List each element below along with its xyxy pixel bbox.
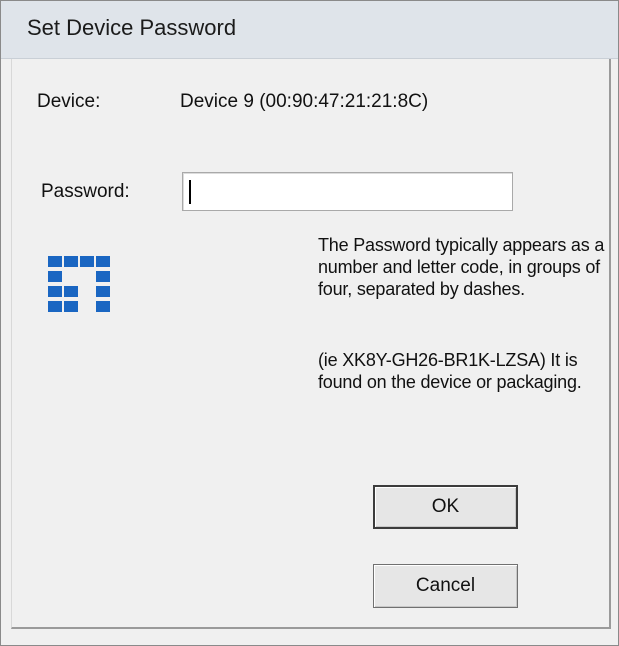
dialog-client-area: Device: Device 9 (00:90:47:21:21:8C) Pas… <box>11 59 611 629</box>
dialog-title: Set Device Password <box>27 15 237 40</box>
device-value: Device 9 (00:90:47:21:21:8C) <box>180 91 429 112</box>
set-device-password-dialog: Set Device Password Device: Device 9 (00… <box>0 0 619 646</box>
device-label: Device: <box>37 91 101 112</box>
cancel-button[interactable]: Cancel <box>373 564 518 608</box>
password-label: Password: <box>41 181 130 202</box>
help-text-example: (ie XK8Y-GH26-BR1K-LZSA) It is found on … <box>318 350 582 392</box>
help-text-format: The Password typically appears as a numb… <box>318 235 605 299</box>
levelone-logo-icon <box>48 256 110 312</box>
text-caret <box>189 180 191 204</box>
password-input[interactable] <box>182 172 513 211</box>
ok-button[interactable]: OK <box>373 485 518 529</box>
title-bar[interactable]: Set Device Password <box>1 1 618 59</box>
